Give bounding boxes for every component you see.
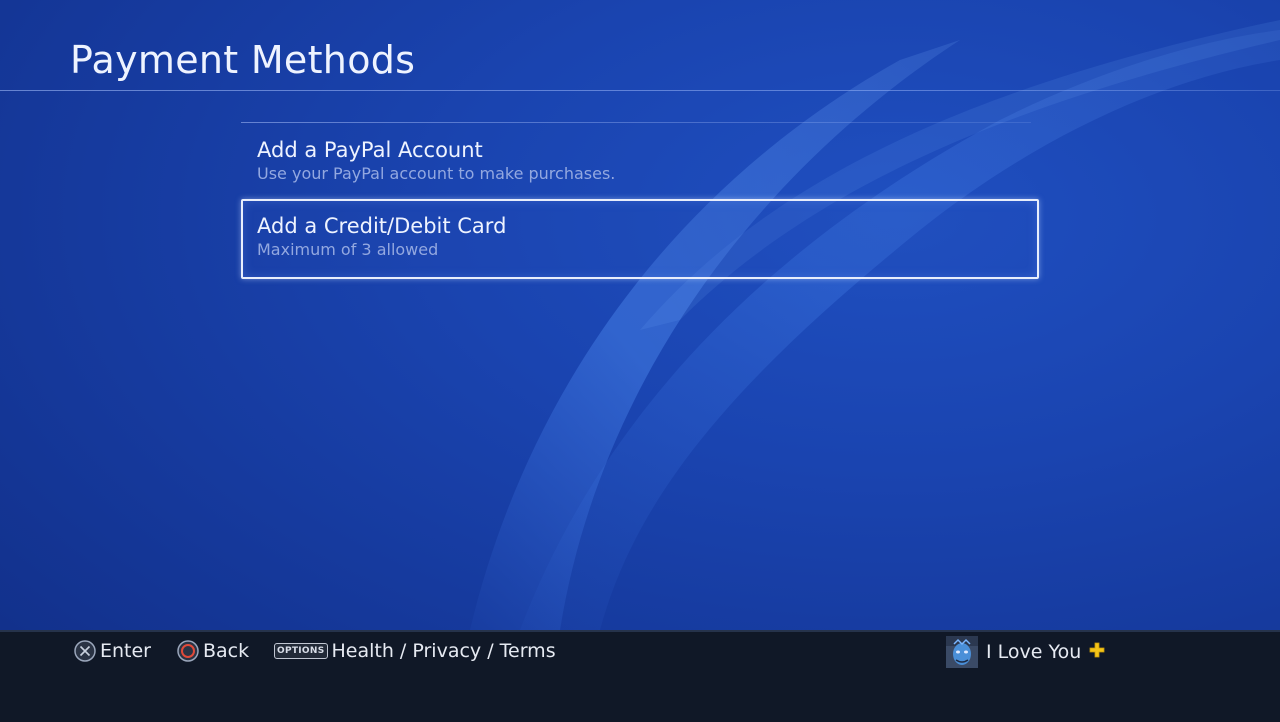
user-name: I Love You bbox=[986, 641, 1082, 663]
enter-label: Enter bbox=[100, 640, 151, 662]
back-label: Back bbox=[203, 640, 250, 662]
menu-item-description: Use your PayPal account to make purchase… bbox=[257, 164, 616, 183]
menu-item-description: Maximum of 3 allowed bbox=[257, 240, 439, 259]
menu-item-label: Add a PayPal Account bbox=[257, 138, 483, 162]
user-profile[interactable]: I Love You bbox=[946, 636, 1105, 668]
payment-methods-list: Add a PayPal Account Use your PayPal acc… bbox=[241, 122, 1039, 279]
playstation-plus-icon bbox=[1089, 641, 1105, 663]
circle-button-icon bbox=[177, 640, 199, 662]
add-paypal-account-item[interactable]: Add a PayPal Account Use your PayPal acc… bbox=[241, 123, 1039, 199]
add-credit-debit-card-item[interactable]: Add a Credit/Debit Card Maximum of 3 all… bbox=[241, 199, 1039, 279]
options-hint[interactable]: OPTIONS Health / Privacy / Terms bbox=[274, 640, 556, 662]
back-hint[interactable]: Back bbox=[177, 640, 249, 662]
page-title: Payment Methods bbox=[70, 38, 416, 82]
cross-button-icon bbox=[74, 640, 96, 662]
menu-item-label: Add a Credit/Debit Card bbox=[257, 214, 507, 238]
title-divider bbox=[0, 90, 1280, 91]
enter-hint[interactable]: Enter bbox=[74, 640, 151, 662]
options-label: Health / Privacy / Terms bbox=[331, 640, 556, 662]
footer-bar: Enter Back OPTIONS Health / Privacy / Te… bbox=[0, 630, 1280, 722]
background-wave bbox=[470, 20, 1280, 630]
options-button-icon: OPTIONS bbox=[274, 643, 328, 659]
avatar bbox=[946, 636, 978, 668]
